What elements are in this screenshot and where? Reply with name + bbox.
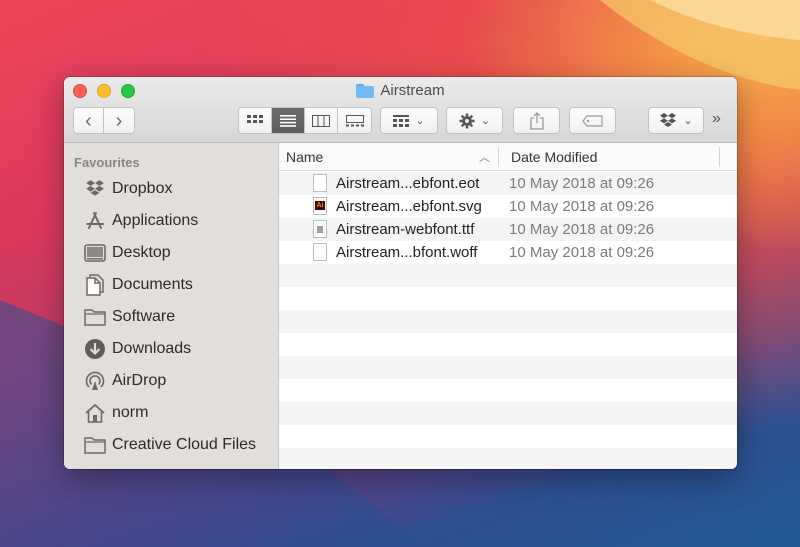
sidebar-item-label: Applications — [112, 212, 199, 229]
empty-row — [279, 425, 737, 448]
chevron-left-icon: ‹ — [85, 109, 92, 132]
column-view-button[interactable] — [305, 108, 338, 133]
sidebar-item-norm[interactable]: norm — [84, 399, 148, 427]
sidebar-item-label: Dropbox — [112, 180, 173, 197]
sidebar-item-applications[interactable]: Applications — [84, 207, 198, 235]
list-icon — [280, 114, 296, 127]
folder-icon — [356, 83, 375, 98]
icon-grid-icon — [247, 114, 263, 123]
toolbar-overflow-button[interactable]: » — [712, 110, 721, 128]
sidebar-item-airdrop[interactable]: AirDrop — [84, 367, 166, 395]
sidebar-item-label: norm — [112, 404, 149, 421]
file-date: 10 May 2018 at 09:26 — [509, 198, 655, 215]
icon-view-button[interactable] — [239, 108, 272, 133]
file-row[interactable]: Airstream...bfont.woff 10 May 2018 at 09… — [279, 241, 737, 264]
folder-icon — [84, 434, 106, 456]
dropbox-button[interactable]: ⌄ — [648, 107, 704, 134]
column-header: Name ︿ Date Modified — [279, 143, 737, 171]
group-icon — [393, 114, 410, 127]
sidebar-item-label: Software — [112, 308, 176, 325]
sidebar-item-label: Creative Cloud Files — [112, 436, 257, 453]
share-button[interactable] — [513, 107, 560, 134]
window-title: Airstream — [64, 82, 737, 99]
sidebar-item-dropbox[interactable]: Dropbox — [84, 175, 172, 203]
file-date: 10 May 2018 at 09:26 — [509, 221, 655, 238]
sidebar-item-documents[interactable]: Documents — [84, 271, 193, 299]
empty-row — [279, 448, 737, 469]
file-name: Airstream...bfont.woff — [336, 244, 478, 261]
file-row[interactable]: Airstream...ebfont.svg 10 May 2018 at 09… — [279, 195, 737, 218]
sidebar-item-label: AirDrop — [112, 372, 167, 389]
sidebar: Favourites Dropbox Applications Desktop … — [64, 143, 279, 469]
font-file-icon — [313, 220, 327, 238]
sidebar-item-downloads[interactable]: Downloads — [84, 335, 191, 363]
file-list: Name ︿ Date Modified Airstream...ebfont.… — [279, 143, 737, 469]
illustrator-file-icon — [313, 197, 327, 215]
empty-row — [279, 356, 737, 379]
file-name: Airstream-webfont.ttf — [336, 221, 475, 238]
sort-ascending-icon: ︿ — [479, 152, 490, 164]
column-divider[interactable] — [498, 147, 499, 167]
chevron-down-icon: ⌄ — [415, 115, 425, 127]
back-button[interactable]: ‹ — [73, 107, 104, 134]
empty-row — [279, 379, 737, 402]
finder-window: Airstream ‹ › ⌄ ⌄ ⌄ » Favourites Dropbox… — [64, 77, 737, 469]
columns-icon — [312, 114, 330, 127]
document-icon — [313, 174, 327, 192]
chevron-down-icon: ⌄ — [480, 115, 491, 127]
document-icon — [313, 243, 327, 261]
sidebar-item-label: Desktop — [112, 244, 171, 261]
gallery-view-button[interactable] — [338, 108, 371, 133]
home-icon — [84, 402, 106, 424]
dropbox-icon — [660, 112, 677, 127]
file-date: 10 May 2018 at 09:26 — [509, 175, 655, 192]
file-name: Airstream...ebfont.eot — [336, 175, 480, 192]
folder-icon — [84, 306, 106, 328]
column-divider[interactable] — [719, 147, 720, 167]
sidebar-item-creative-cloud-files[interactable]: Creative Cloud Files — [84, 431, 256, 459]
group-button[interactable]: ⌄ — [380, 107, 438, 134]
sidebar-item-desktop[interactable]: Desktop — [84, 239, 171, 267]
sidebar-item-software[interactable]: Software — [84, 303, 175, 331]
empty-row — [279, 264, 737, 287]
empty-row — [279, 310, 737, 333]
dropbox-icon — [84, 178, 106, 200]
gear-icon — [459, 113, 475, 128]
forward-button[interactable]: › — [103, 107, 135, 134]
applications-icon — [84, 210, 106, 232]
window-title-label: Airstream — [380, 82, 445, 99]
column-header-date-modified[interactable]: Date Modified — [511, 149, 597, 165]
gallery-icon — [345, 114, 364, 126]
empty-row — [279, 333, 737, 356]
view-switcher — [238, 107, 372, 134]
empty-row — [279, 402, 737, 425]
file-row[interactable]: Airstream...ebfont.eot 10 May 2018 at 09… — [279, 172, 737, 195]
documents-icon — [84, 274, 106, 296]
chevron-right-icon: › — [115, 109, 123, 132]
column-header-name[interactable]: Name — [286, 149, 323, 165]
desktop-icon — [84, 242, 106, 264]
file-name: Airstream...ebfont.svg — [336, 198, 482, 215]
sidebar-header: Favourites — [74, 155, 140, 170]
sidebar-item-label: Documents — [112, 276, 193, 293]
downloads-icon — [84, 338, 106, 360]
file-date: 10 May 2018 at 09:26 — [509, 244, 655, 261]
list-view-button[interactable] — [272, 108, 305, 133]
action-button[interactable]: ⌄ — [446, 107, 503, 134]
sidebar-item-label: Downloads — [112, 340, 192, 357]
tag-icon — [581, 114, 603, 127]
tag-button[interactable] — [569, 107, 616, 134]
file-row[interactable]: Airstream-webfont.ttf 10 May 2018 at 09:… — [279, 218, 737, 241]
empty-row — [279, 287, 737, 310]
titlebar[interactable]: Airstream ‹ › ⌄ ⌄ ⌄ » — [64, 77, 737, 143]
chevron-down-icon: ⌄ — [683, 115, 693, 127]
share-icon — [529, 111, 544, 130]
airdrop-icon — [84, 370, 106, 392]
